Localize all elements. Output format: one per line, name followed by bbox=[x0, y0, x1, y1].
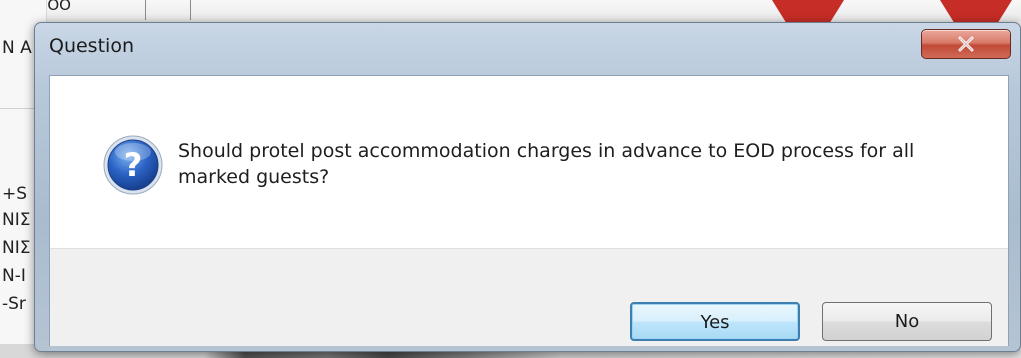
message-area: ? Should protel post accommodation charg… bbox=[50, 76, 1008, 248]
dialog-content: ? Should protel post accommodation charg… bbox=[49, 75, 1009, 346]
dialog-message: Should protel post accommodation charges… bbox=[178, 140, 915, 188]
question-icon: ? bbox=[102, 134, 164, 196]
background-top-strip: ΛΑΙΝ ΙΟΟ bbox=[0, 0, 1021, 22]
background-grid-line bbox=[190, 0, 191, 20]
svg-text:?: ? bbox=[124, 146, 143, 184]
question-dialog: Question ? Should protel post accommodat… bbox=[34, 22, 1021, 352]
button-area: Yes No bbox=[50, 248, 1008, 346]
yes-button[interactable]: Yes bbox=[630, 302, 800, 341]
no-button[interactable]: No bbox=[822, 302, 992, 341]
background-grid-line bbox=[145, 0, 146, 20]
dialog-titlebar[interactable]: Question bbox=[35, 23, 1020, 75]
dialog-title: Question bbox=[49, 35, 134, 57]
close-button[interactable] bbox=[921, 29, 1011, 59]
close-icon bbox=[922, 30, 1010, 58]
